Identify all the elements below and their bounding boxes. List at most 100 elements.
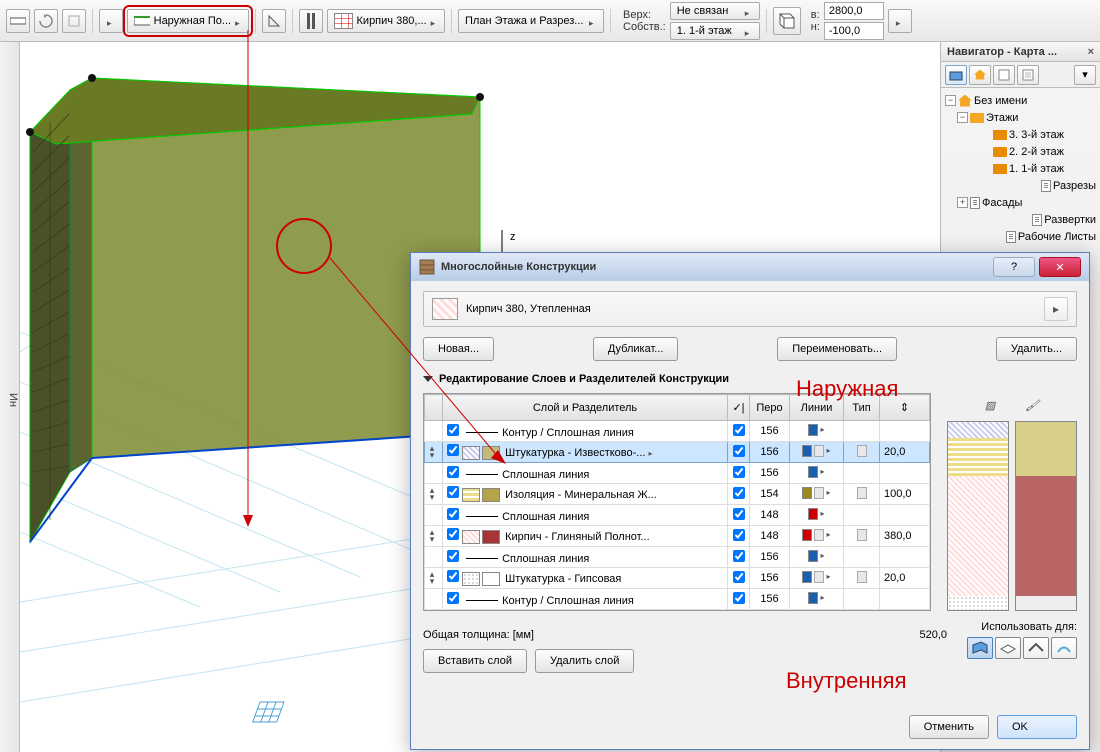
layer-visible-checkbox[interactable] (447, 570, 459, 582)
composite-swatch-icon (432, 298, 458, 320)
hatch-mode-icon[interactable]: ▨ (985, 399, 995, 412)
composite-dropdown[interactable]: Кирпич 380,... (327, 9, 445, 33)
layer-section-title: Редактирование Слоев и Разделителей Конс… (439, 373, 729, 385)
composite-picker-arrow[interactable]: ▸ (1044, 297, 1068, 321)
th-reorder (425, 395, 443, 421)
rename-button[interactable]: Переименовать... (777, 337, 897, 361)
layer-visible-checkbox[interactable] (447, 486, 459, 498)
layer-visible-checkbox[interactable] (447, 550, 459, 562)
navigator-tree: −Без имени −Этажи 3. 3-й этаж 2. 2-й эта… (941, 88, 1100, 249)
total-thickness-label: Общая толщина: [мм] (423, 629, 534, 641)
tree-interior[interactable]: Развертки (945, 211, 1096, 228)
tree-worksheets[interactable]: Рабочие Листы (945, 228, 1096, 245)
pen-toggle-checkbox[interactable] (733, 487, 745, 499)
tree-floors[interactable]: −Этажи (945, 109, 1096, 126)
tool-btn-3[interactable] (62, 9, 86, 33)
tree-elevations[interactable]: +Фасады (945, 194, 1096, 211)
nav-tab-layout[interactable] (993, 65, 1015, 85)
nav-tab-publisher[interactable] (1017, 65, 1039, 85)
height-input[interactable] (824, 22, 884, 40)
tool-btn-1[interactable] (6, 9, 30, 33)
preview-surface (1015, 421, 1077, 611)
tree-floor-2[interactable]: 2. 2-й этаж (945, 143, 1096, 160)
tree-sections[interactable]: Разрезы (945, 177, 1096, 194)
th-pen: Перо (750, 395, 790, 421)
annotation-circle (276, 218, 332, 274)
use-for-slab-icon[interactable] (995, 637, 1021, 659)
layer-visible-checkbox[interactable] (447, 528, 459, 540)
tool-btn-angle[interactable] (262, 9, 286, 33)
pen-toggle-checkbox[interactable] (733, 424, 745, 436)
insert-layer-button[interactable]: Вставить слой (423, 649, 527, 673)
pen-toggle-checkbox[interactable] (733, 529, 745, 541)
tool-btn-rotate[interactable] (34, 9, 58, 33)
layer-section-header[interactable]: Редактирование Слоев и Разделителей Конс… (423, 373, 1077, 385)
use-for-wall-icon[interactable] (967, 637, 993, 659)
top-toolbar: Наружная По... Кирпич 380,... План Этажа… (0, 0, 1100, 42)
tool-btn-more[interactable] (888, 9, 912, 33)
floorplan-display-dropdown[interactable]: План Этажа и Разрез... (458, 9, 604, 33)
dialog-titlebar[interactable]: Многослойные Конструкции ? ✕ (411, 253, 1089, 281)
layer-table: Слой и Разделитель ✓| Перо Линии Тип ⇕ К… (423, 393, 931, 611)
composite-name-row: Кирпич 380, Утепленная ▸ (423, 291, 1077, 327)
layer-visible-checkbox[interactable] (447, 444, 459, 456)
tree-floor-1[interactable]: 1. 1-й этаж (945, 160, 1096, 177)
width-input[interactable] (824, 2, 884, 20)
use-for-shell-icon[interactable] (1051, 637, 1077, 659)
th-pen-toggle: ✓| (728, 395, 750, 421)
pen-toggle-checkbox[interactable] (733, 466, 745, 478)
top-link-dropdown[interactable]: Не связан (670, 2, 760, 20)
geometry-method-label: Наружная По... (154, 15, 231, 27)
collapse-triangle-icon (423, 376, 433, 382)
nav-tab-options[interactable]: ▾ (1074, 65, 1096, 85)
dialog-close-button[interactable]: ✕ (1039, 257, 1081, 277)
layer-visible-checkbox[interactable] (447, 466, 459, 478)
geometry-method-dropdown[interactable]: Наружная По... (127, 9, 249, 33)
use-for-roof-icon[interactable] (1023, 637, 1049, 659)
annotation-inner: Внутренняя (786, 668, 907, 694)
surface-mode-icon[interactable]: 🖌 (1025, 399, 1039, 412)
layer-row[interactable]: ▴▾ Штукатурка - Известково-... ▸156▸20,0 (425, 442, 930, 463)
pen-toggle-checkbox[interactable] (733, 571, 745, 583)
tool-btn-profile[interactable] (299, 9, 323, 33)
navigator-title: Навигатор - Карта ... (947, 46, 1057, 58)
pen-toggle-checkbox[interactable] (733, 592, 745, 604)
navigator-close-icon[interactable]: × (1088, 46, 1094, 58)
axis-z-label: z (510, 231, 516, 243)
ok-button[interactable]: OK (997, 715, 1077, 739)
pen-toggle-checkbox[interactable] (733, 445, 745, 457)
layer-visible-checkbox[interactable] (447, 592, 459, 604)
cancel-button[interactable]: Отменить (909, 715, 989, 739)
tree-root[interactable]: −Без имени (945, 92, 1096, 109)
layer-row[interactable]: ▴▾ Штукатурка - Гипсовая156▸20,0 (425, 568, 930, 589)
layer-row[interactable]: ▴▾ Кирпич - Глиняный Полнот...148▸380,0 (425, 526, 930, 547)
left-sidebar-collapsed[interactable]: Ин (0, 42, 20, 752)
duplicate-button[interactable]: Дубликат... (593, 337, 679, 361)
dialog-title: Многослойные Конструкции (441, 261, 596, 273)
pen-toggle-checkbox[interactable] (733, 550, 745, 562)
own-link-dropdown[interactable]: 1. 1-й этаж (670, 22, 760, 40)
layer-visible-checkbox[interactable] (447, 508, 459, 520)
annotation-outer: Наружная (796, 376, 898, 402)
layer-row[interactable]: Сплошная линия156▸ (425, 463, 930, 484)
pen-toggle-checkbox[interactable] (733, 508, 745, 520)
layer-row[interactable]: Сплошная линия148▸ (425, 505, 930, 526)
height-label: н: (811, 21, 820, 33)
layer-row[interactable]: Контур / Сплошная линия156▸ (425, 589, 930, 610)
layer-row[interactable]: ▴▾ Изоляция - Минеральная Ж...154▸100,0 (425, 484, 930, 505)
new-button[interactable]: Новая... (423, 337, 494, 361)
layer-visible-checkbox[interactable] (447, 424, 459, 436)
navigator-tabs: ▾ (941, 62, 1100, 88)
nav-tab-view[interactable] (969, 65, 991, 85)
tool-btn-dropdown-arrow[interactable] (99, 9, 123, 33)
tree-floor-3[interactable]: 3. 3-й этаж (945, 126, 1096, 143)
nav-tab-project[interactable] (945, 65, 967, 85)
elevation-icon-button[interactable] (773, 7, 801, 35)
layer-row[interactable]: Контур / Сплошная линия156▸ (425, 421, 930, 442)
remove-layer-button[interactable]: Удалить слой (535, 649, 634, 673)
layer-row[interactable]: Сплошная линия156▸ (425, 547, 930, 568)
preview-column: ▨ 🖌 (947, 393, 1077, 611)
own-link-label: Собств.: (623, 21, 666, 33)
dialog-help-button[interactable]: ? (993, 257, 1035, 277)
delete-button[interactable]: Удалить... (996, 337, 1077, 361)
